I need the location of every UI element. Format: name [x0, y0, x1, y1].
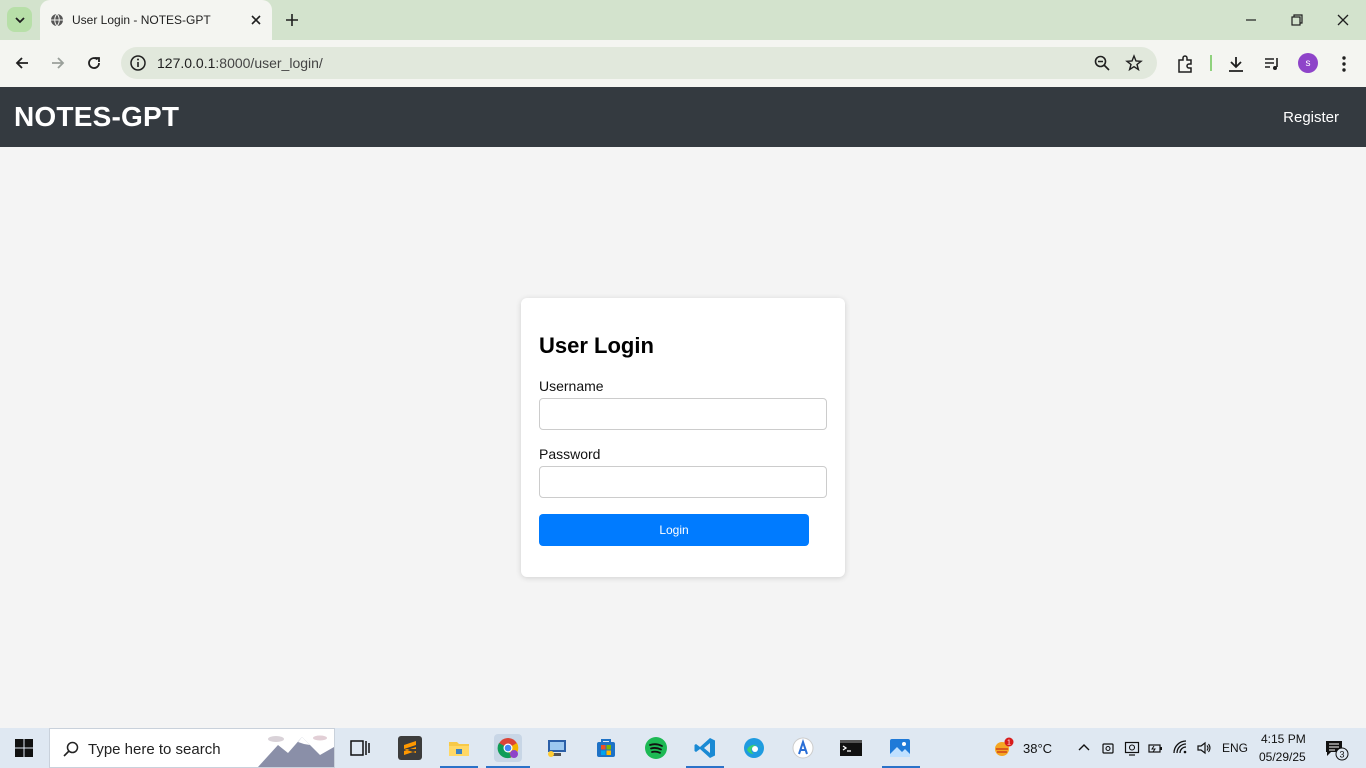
tab-title: User Login - NOTES-GPT: [72, 13, 211, 27]
url-path: :8000/user_login/: [215, 55, 323, 71]
login-card: User Login Username Password Login: [521, 298, 845, 577]
new-tab-plus-icon[interactable]: [283, 11, 301, 29]
notification-center-icon[interactable]: 3: [1325, 739, 1349, 761]
media-control-icon[interactable]: [1262, 54, 1282, 74]
taskbar-search-box[interactable]: Type here to search: [49, 728, 335, 768]
restore-icon[interactable]: [1288, 11, 1306, 29]
wifi-icon[interactable]: [1173, 740, 1189, 756]
clock-time[interactable]: 4:15 PM: [1261, 732, 1306, 746]
browser-toolbar: 127.0.0.1:8000/user_login/ s: [0, 40, 1366, 87]
reload-icon[interactable]: [85, 54, 103, 72]
search-highlight-mountain-icon: [258, 731, 334, 767]
extensions-puzzle-icon[interactable]: [1175, 54, 1195, 74]
brand-logo-text[interactable]: NOTES-GPT: [14, 101, 179, 133]
weather-sun-icon[interactable]: 1: [992, 737, 1014, 759]
input-language[interactable]: ENG: [1222, 741, 1248, 755]
close-window-icon[interactable]: [1334, 11, 1352, 29]
site-navbar: NOTES-GPT Register: [0, 87, 1366, 147]
terminal-icon[interactable]: [837, 734, 865, 762]
clock-date[interactable]: 05/29/25: [1259, 750, 1306, 764]
meet-now-icon[interactable]: [1100, 740, 1116, 756]
notification-count: 3: [1339, 750, 1344, 760]
task-view-icon[interactable]: [346, 734, 374, 762]
register-link[interactable]: Register: [1283, 109, 1339, 126]
battery-charging-icon[interactable]: [1148, 740, 1164, 756]
weather-temperature[interactable]: 38°C: [1023, 741, 1052, 756]
chevron-down-icon: [14, 16, 25, 23]
zoom-icon[interactable]: [1093, 54, 1111, 72]
page-content: User Login Username Password Login: [0, 147, 1366, 728]
password-label: Password: [539, 446, 601, 462]
spotify-icon[interactable]: [642, 734, 670, 762]
search-placeholder: Type here to search: [88, 741, 221, 758]
chrome-icon[interactable]: [494, 734, 522, 762]
speaker-volume-icon[interactable]: [1196, 740, 1212, 756]
microsoft-store-icon[interactable]: [592, 734, 620, 762]
windows-start-icon[interactable]: [14, 738, 34, 758]
sublime-text-icon[interactable]: [396, 734, 424, 762]
windows-update-icon[interactable]: [1124, 740, 1140, 756]
more-menu-icon[interactable]: [1334, 54, 1354, 74]
close-tab-icon[interactable]: [248, 12, 264, 28]
globe-icon: [51, 13, 63, 27]
tab-search-button[interactable]: [7, 7, 32, 32]
toolbar-divider: [1210, 55, 1212, 71]
profile-avatar[interactable]: s: [1298, 53, 1318, 73]
windows-taskbar: Type here to search 1 38°C ENG 4:15 PM 0…: [0, 728, 1366, 768]
username-label: Username: [539, 378, 604, 394]
edge-icon[interactable]: [740, 734, 768, 762]
app-installer-icon[interactable]: [789, 734, 817, 762]
bookmark-star-icon[interactable]: [1125, 54, 1143, 72]
username-input[interactable]: [539, 398, 827, 430]
address-bar[interactable]: 127.0.0.1:8000/user_login/: [121, 47, 1157, 79]
minimize-icon[interactable]: [1242, 11, 1260, 29]
login-button[interactable]: Login: [539, 514, 809, 546]
file-explorer-icon[interactable]: [445, 734, 473, 762]
login-title: User Login: [539, 333, 654, 358]
url-text: 127.0.0.1:8000/user_login/: [157, 55, 323, 71]
forward-arrow-icon[interactable]: [49, 54, 67, 72]
url-host: 127.0.0.1: [157, 55, 216, 71]
vscode-icon[interactable]: [691, 734, 719, 762]
chevron-up-icon[interactable]: [1076, 740, 1092, 756]
download-icon[interactable]: [1226, 54, 1246, 74]
search-icon: [63, 741, 79, 757]
photos-icon[interactable]: [886, 734, 914, 762]
weather-alert-badge: 1: [1007, 740, 1011, 747]
browser-tabstrip: User Login - NOTES-GPT: [0, 0, 1366, 40]
back-arrow-icon[interactable]: [13, 54, 31, 72]
password-input[interactable]: [539, 466, 827, 498]
remote-desktop-icon[interactable]: [543, 734, 571, 762]
browser-tab-active[interactable]: User Login - NOTES-GPT: [40, 0, 272, 40]
site-info-icon[interactable]: [129, 54, 147, 72]
